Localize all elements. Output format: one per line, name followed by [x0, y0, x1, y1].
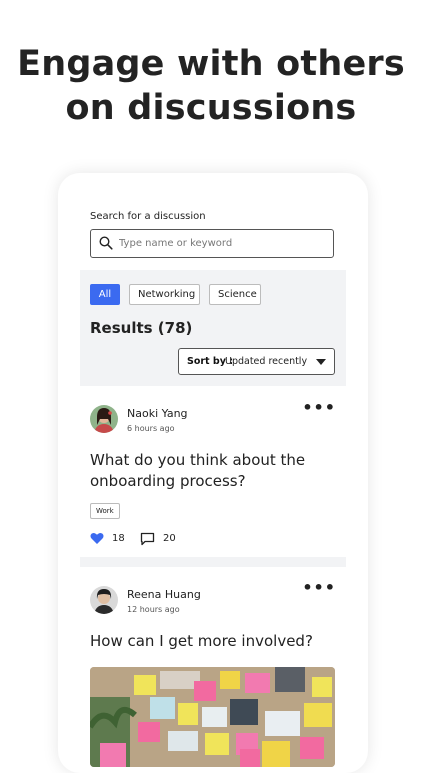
card-divider [80, 557, 346, 567]
like-count: 18 [112, 533, 125, 544]
filter-chip-all[interactable]: All [90, 284, 120, 305]
more-options-icon[interactable]: ••• [302, 580, 336, 596]
sort-dropdown[interactable]: Sort by : Updated recently [178, 348, 335, 375]
post-image[interactable] [90, 667, 335, 767]
headline-line-1: Engage with others [17, 44, 405, 84]
comment-count: 20 [163, 533, 176, 544]
headline: Engage with others on discussions [0, 42, 422, 130]
sticky-notes-board-image [90, 667, 335, 767]
phone-screen: Search for a discussion All Networking S… [58, 173, 368, 773]
filter-chip-science[interactable]: Science [209, 284, 261, 305]
caret-down-icon [316, 359, 326, 365]
more-options-icon[interactable]: ••• [302, 400, 336, 416]
post-title[interactable]: What do you think about the onboarding p… [90, 450, 330, 492]
post-title-line-1: What do you think about the [90, 451, 306, 469]
post-time: 12 hours ago [127, 605, 180, 614]
filter-chip-networking[interactable]: Networking [129, 284, 200, 305]
search-label: Search for a discussion [90, 211, 206, 222]
avatar [90, 405, 118, 433]
post-title-line-2: onboarding process? [90, 472, 246, 490]
post-title[interactable]: How can I get more involved? [90, 631, 330, 652]
filter-panel: All Networking Science Results (78) Sort… [80, 270, 346, 386]
author-name[interactable]: Reena Huang [127, 588, 201, 601]
search-field[interactable] [90, 229, 334, 258]
search-input[interactable] [119, 230, 319, 257]
sort-value: Updated recently [225, 356, 308, 367]
author-name[interactable]: Naoki Yang [127, 407, 188, 420]
search-icon [99, 236, 113, 250]
heart-icon[interactable] [90, 532, 104, 545]
comment-icon[interactable] [140, 532, 155, 546]
results-count: Results (78) [90, 319, 193, 337]
headline-line-2: on discussions [65, 88, 357, 128]
discussion-card[interactable]: Naoki Yang 6 hours ago ••• What do you t… [80, 387, 346, 557]
post-time: 6 hours ago [127, 424, 175, 433]
tag-badge[interactable]: Work [90, 503, 120, 519]
avatar [90, 586, 118, 614]
discussion-card[interactable]: Reena Huang 12 hours ago ••• How can I g… [80, 567, 346, 773]
